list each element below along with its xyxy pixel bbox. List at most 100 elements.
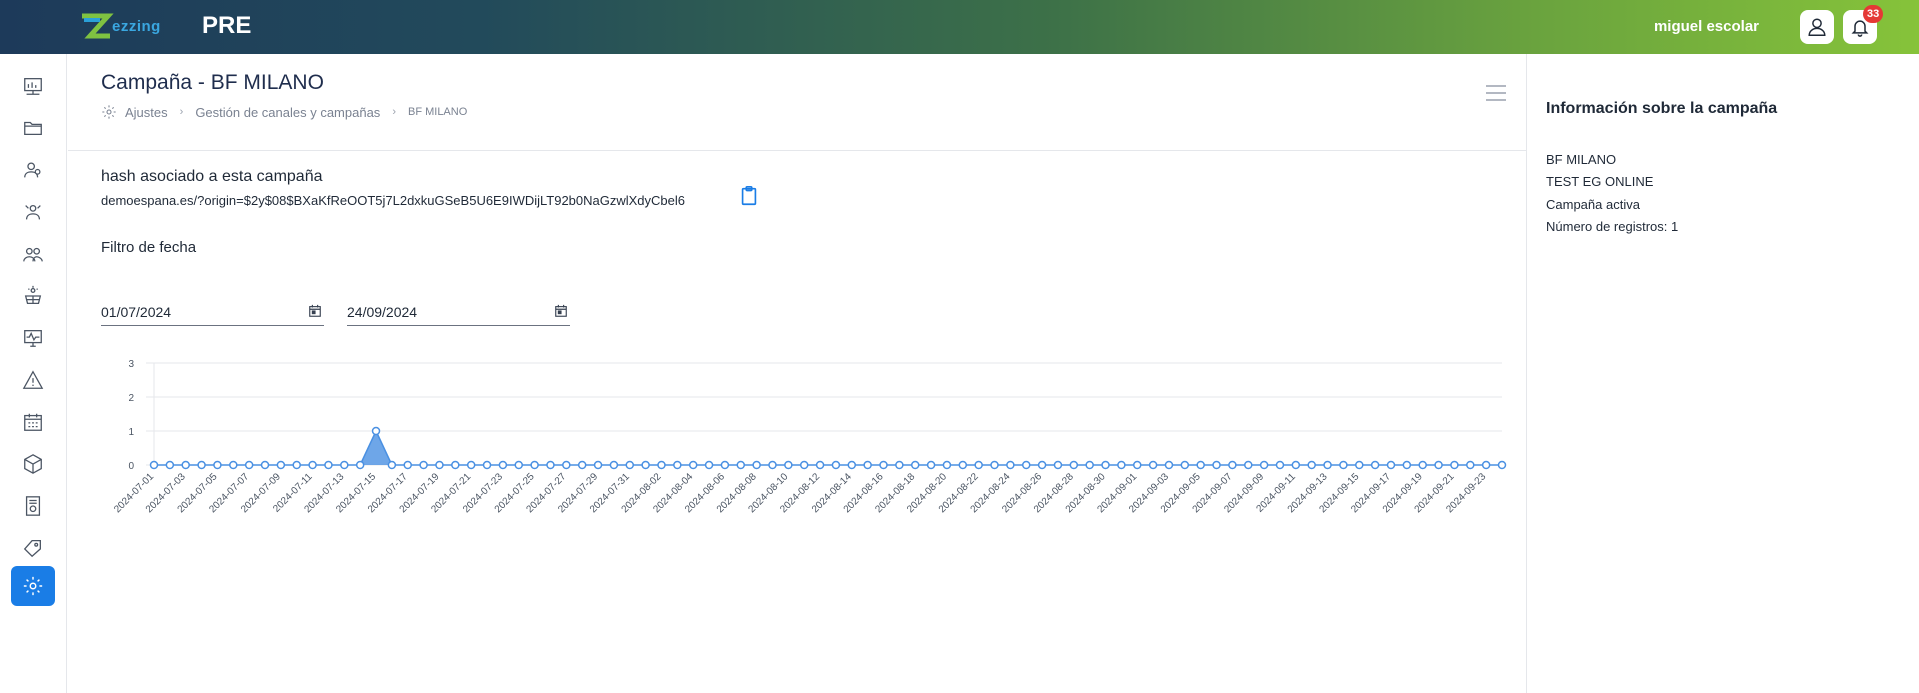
data-point [593, 460, 603, 470]
data-point [1275, 460, 1285, 470]
data-point [720, 460, 730, 470]
calendar-picker-icon[interactable] [308, 304, 322, 318]
data-point [1006, 460, 1015, 470]
data-point [498, 460, 508, 470]
data-point [577, 460, 587, 470]
sidebar-item-monitoring[interactable] [11, 318, 55, 358]
data-point [1370, 460, 1380, 470]
breadcrumb-separator: › [179, 106, 184, 118]
breadcrumb-item-ajustes[interactable]: Ajustes [125, 105, 168, 120]
data-point [1307, 460, 1316, 470]
data-point [1244, 460, 1253, 470]
settings-breadcrumb-icon [102, 105, 116, 119]
data-point [974, 460, 983, 470]
data-point [1355, 460, 1364, 470]
data-point [435, 460, 444, 470]
data-point [1021, 460, 1031, 470]
y-tick-label: 1 [128, 427, 134, 438]
sidebar-item-invoices[interactable] [11, 486, 55, 526]
calendar-picker-icon[interactable] [554, 304, 568, 318]
data-point [213, 460, 222, 470]
data-point [276, 460, 286, 470]
sidebar [0, 54, 67, 693]
data-point [958, 460, 968, 470]
data-point [514, 460, 524, 470]
data-point [673, 460, 682, 470]
y-tick-label: 0 [128, 461, 134, 472]
data-point [704, 460, 714, 470]
box-icon [24, 454, 42, 474]
data-point [403, 460, 412, 470]
data-point [1466, 460, 1475, 470]
data-point [1196, 460, 1205, 470]
data-point [1037, 460, 1047, 470]
data-point [752, 460, 761, 470]
monitoring-icon [24, 330, 42, 347]
data-point [1164, 460, 1174, 470]
data-point [1053, 460, 1063, 470]
data-point [1259, 460, 1269, 470]
data-point [784, 460, 793, 470]
data-point [1418, 460, 1427, 470]
data-point [1497, 460, 1507, 470]
data-point [260, 460, 270, 470]
data-point [1212, 460, 1221, 470]
data-point [910, 460, 920, 470]
sidebar-item-tags[interactable] [11, 528, 55, 568]
sidebar-item-groups[interactable] [11, 234, 55, 274]
sidebar-item-folders[interactable] [11, 108, 55, 148]
data-point [847, 460, 857, 470]
data-point [1132, 460, 1142, 470]
data-point [1069, 460, 1079, 470]
data-point [324, 460, 333, 470]
hamburger-menu-icon[interactable] [1485, 84, 1507, 102]
data-point [657, 460, 666, 470]
data-point [371, 426, 381, 436]
sidebar-item-calendar[interactable] [11, 402, 55, 442]
logo-text: ezzing [112, 18, 161, 35]
y-tick-label: 2 [128, 393, 134, 404]
data-point [229, 460, 238, 470]
sidebar-item-alerts[interactable] [11, 360, 55, 400]
sidebar-item-solar[interactable] [11, 276, 55, 316]
breadcrumb-item-channels[interactable]: Gestión de canales y campañas [195, 105, 380, 120]
users-icon [24, 162, 41, 178]
sidebar-item-users[interactable] [11, 150, 55, 190]
page-title: Campaña - BF MILANO [101, 71, 324, 94]
data-point [609, 460, 619, 470]
installers-icon [25, 204, 41, 220]
date-from-field[interactable]: 01/07/2024 [101, 298, 324, 326]
data-point [736, 460, 746, 470]
header-divider [68, 150, 1526, 151]
solar-panel-icon [24, 285, 42, 304]
username[interactable]: miguel escolar [1654, 18, 1759, 35]
clipboard-icon[interactable] [738, 185, 760, 207]
data-point [466, 460, 476, 470]
data-point [181, 460, 190, 470]
data-point [831, 460, 841, 470]
data-point [625, 460, 635, 470]
sidebar-item-products[interactable] [11, 444, 55, 484]
sidebar-item-installers[interactable] [11, 192, 55, 232]
campaign-channel: TEST EG ONLINE [1546, 174, 1654, 189]
data-point [546, 460, 555, 470]
sidebar-item-settings[interactable] [11, 566, 55, 606]
data-point [1402, 460, 1412, 470]
data-point [244, 460, 254, 470]
date-to-field[interactable]: 24/09/2024 [347, 298, 570, 326]
invoice-icon [25, 496, 41, 516]
data-point [895, 460, 904, 470]
data-point [308, 460, 317, 470]
top-bar: ezzing PRE miguel escolar 33 [0, 0, 1919, 54]
date-to-value: 24/09/2024 [347, 304, 418, 320]
settings-icon [23, 576, 43, 596]
sidebar-item-dashboard[interactable] [11, 66, 55, 106]
campaign-info-panel: Información sobre la campaña BF MILANO T… [1526, 54, 1919, 693]
user-profile-button[interactable] [1800, 10, 1834, 44]
campaign-info-title: Información sobre la campaña [1546, 100, 1778, 117]
breadcrumb-item-current: BF MILANO [407, 106, 468, 118]
data-point [1085, 460, 1094, 470]
user-icon [1808, 18, 1826, 36]
notifications-badge: 33 [1863, 5, 1884, 23]
data-point [165, 460, 175, 470]
